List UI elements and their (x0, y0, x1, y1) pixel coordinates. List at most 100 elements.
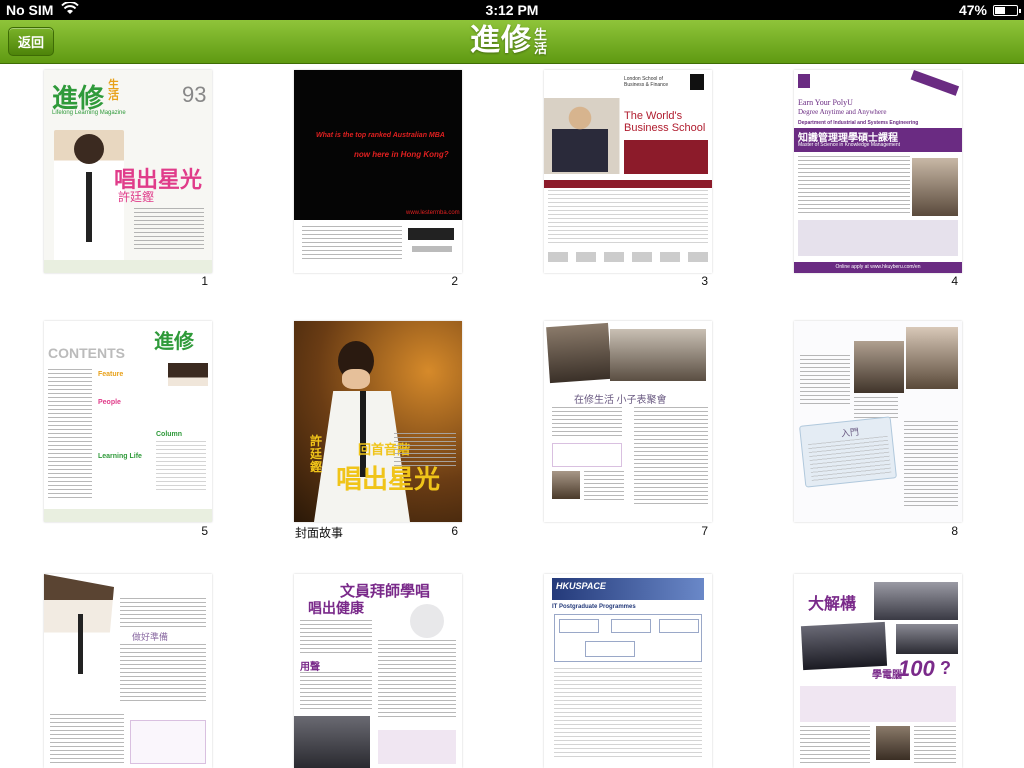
programme-list (554, 668, 702, 760)
article-col-b (378, 640, 456, 720)
feature-box (130, 720, 206, 764)
contents-footer (44, 509, 212, 522)
app-logo-main: 進修 (470, 23, 532, 58)
department: Department of Industrial and Systems Eng… (798, 120, 919, 126)
article-col-3 (904, 421, 958, 507)
article-photo-9 (896, 624, 958, 654)
story-intro (394, 433, 456, 469)
info-card-title: 入門 (840, 426, 860, 439)
cover-name: 許廷鏗 (118, 190, 155, 204)
article-lead (300, 620, 372, 654)
contents-title: CONTENTS (48, 345, 125, 361)
status-left: No SIM (6, 1, 80, 18)
ad-url: www.lestermba.com (406, 210, 460, 216)
program-banner: 知識管理理學碩士課程 Master of Science in Knowledg… (794, 128, 962, 152)
article-photo-10 (876, 726, 910, 760)
info-card-text (807, 435, 892, 482)
article-callout (552, 443, 622, 467)
page-thumbnail-1[interactable]: 進修 生活 Lifelong Learning Magazine 93 唱出星光… (44, 70, 212, 273)
contents-column (48, 369, 92, 499)
banner-red-box (624, 140, 708, 174)
school-logo (690, 74, 704, 90)
partner-logos (548, 252, 708, 262)
page-number-7: 7 (701, 524, 708, 538)
battery-fill (995, 6, 1005, 14)
carrier-label: No SIM (6, 2, 54, 18)
contents-logo: 進修 (154, 329, 194, 353)
section-feature: Feature (98, 371, 124, 378)
cover-subtitle: Lifelong Learning Magazine (52, 110, 126, 116)
page-thumbnail-2[interactable]: What is the top ranked Australian MBA no… (294, 70, 462, 273)
article-col-c (800, 726, 870, 764)
article-big-number: 100 (898, 656, 935, 681)
story-name: 許廷鏗 (310, 434, 323, 474)
feature-photo-tie (78, 614, 83, 674)
page-thumbnail-5[interactable]: CONTENTS 進修 Feature People Column Learni… (44, 321, 212, 522)
cover-photo (54, 130, 124, 268)
course-table (548, 190, 708, 246)
side-title: 做好準備 (132, 632, 169, 642)
ad-line-2: now here in Hong Kong? (354, 150, 449, 159)
banner-photo (552, 100, 608, 172)
article-photo-8 (800, 621, 888, 671)
page-number-5: 5 (201, 524, 208, 538)
page-thumbnail-3[interactable]: London School of Business & Finance The … (544, 70, 712, 273)
page-thumbnail-12[interactable]: 大解構 學電腦 100 ? (794, 574, 962, 768)
pathway-diagram (554, 614, 702, 662)
article-photo-6 (294, 716, 370, 768)
article-sidebar (378, 730, 456, 764)
article-photo-4 (854, 341, 904, 393)
page-thumbnail-11[interactable]: HKUSPACE IT Postgraduate Programmes (544, 574, 712, 768)
page-thumbnail-9[interactable]: 做好準備 (44, 574, 212, 768)
clock: 3:12 PM (485, 2, 539, 18)
info-box (798, 220, 958, 256)
table-header (544, 180, 712, 188)
page-number-6: 6 (451, 524, 458, 538)
article-headline: 在修生活 小子表聚會 (574, 395, 667, 406)
page-number-4: 4 (951, 274, 958, 288)
program-details (798, 156, 910, 216)
app-logo: 進修 生活 (470, 21, 548, 63)
article-suffix: ? (940, 658, 951, 678)
ad-background (294, 70, 462, 220)
app-logo-sub: 生活 (534, 28, 548, 57)
ad-logo-block (408, 228, 454, 240)
program-title-en: Master of Science in Knowledge Managemen… (798, 142, 901, 148)
cover-logo-sub: 生活 (108, 79, 119, 102)
back-button[interactable]: 返回 (8, 27, 54, 56)
article-photo-2 (610, 329, 706, 381)
page-thumbnail-10[interactable]: 文員拜師學唱 唱出健康 用聲 (294, 574, 462, 768)
page-number-8: 8 (951, 524, 958, 538)
cover-footer (44, 260, 212, 273)
hkuspace-banner: HKUSPACE (552, 578, 704, 600)
hkuspace-brand: HKUSPACE (556, 581, 606, 591)
article-highlight (800, 686, 956, 722)
article-headline-2: 唱出健康 (308, 600, 364, 616)
article-photo-7 (874, 582, 958, 620)
page-thumbnail-6[interactable]: 回首音階 唱出星光 許廷鏗 (294, 321, 462, 522)
article-intro (552, 407, 622, 437)
section-people: People (98, 399, 121, 406)
feature-text-2 (120, 644, 206, 704)
article-photo-5 (906, 327, 958, 389)
status-right: 47% (959, 2, 1021, 18)
page-number-2: 2 (451, 274, 458, 288)
article-col-d (914, 726, 956, 764)
ad-headline-1: Earn Your PolyU (798, 98, 853, 107)
wifi-icon (61, 1, 80, 18)
page-number-3: 3 (701, 274, 708, 288)
article-big-headline: 大解構 (808, 596, 857, 613)
feature-text-3 (50, 714, 124, 764)
battery-icon (993, 4, 1021, 16)
page-thumbnail-7[interactable]: 在修生活 小子表聚會 (544, 321, 712, 522)
page-thumbnail-4[interactable]: Earn Your PolyU Degree Anytime and Anywh… (794, 70, 962, 273)
page-thumbnail-8[interactable]: 入門 (794, 321, 962, 522)
polyu-logo (798, 74, 810, 88)
info-card: 入門 (799, 416, 897, 488)
apply-footer: Online apply at www.hkuyberu.com/en (794, 262, 962, 273)
program-photo (912, 158, 958, 216)
navigation-bar: 返回 進修 生活 (0, 20, 1024, 64)
article-side (584, 471, 624, 501)
article-body (634, 407, 708, 507)
banner-title: The World's Business School (624, 110, 706, 134)
